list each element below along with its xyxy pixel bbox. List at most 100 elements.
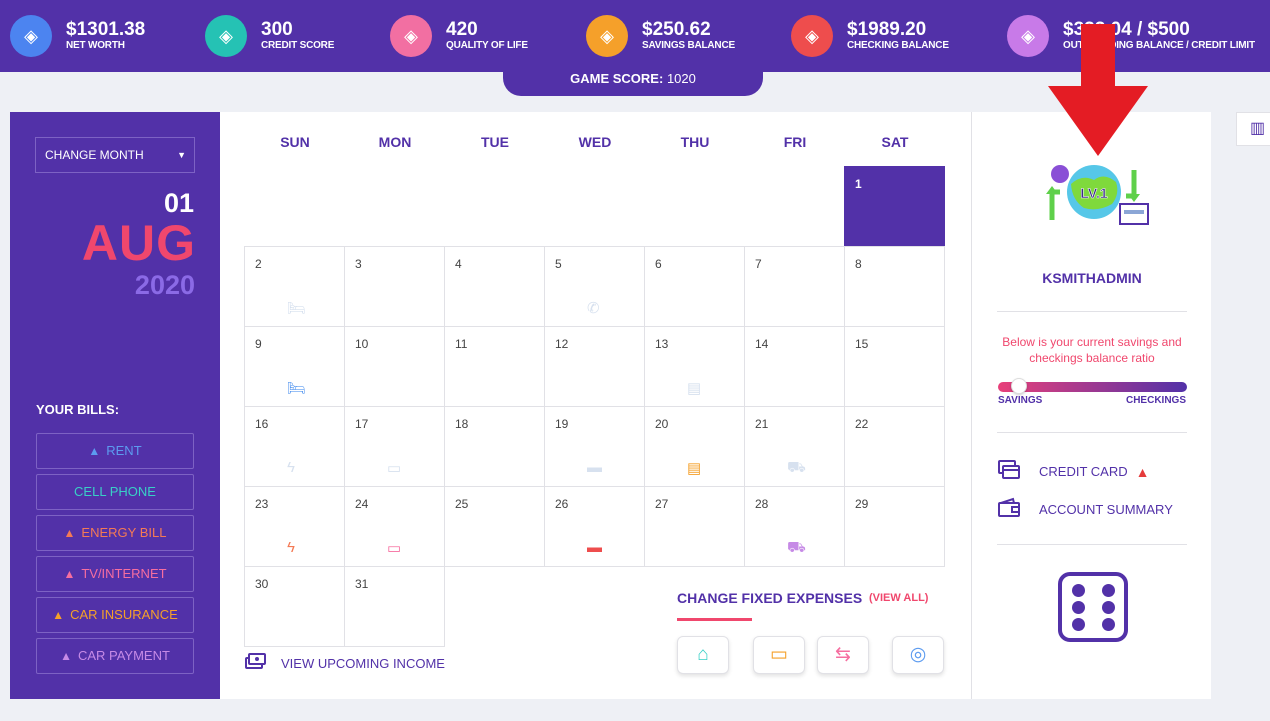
weekday-header: WED: [578, 134, 612, 150]
calendar-day-cell[interactable]: 12: [544, 326, 645, 407]
stat-checking-balance: ◈ $1989.20 CHECKING BALANCE: [791, 0, 949, 72]
tv-icon: ▭: [770, 644, 788, 665]
calendar-day-cell[interactable]: 15: [844, 326, 945, 407]
calendar-day-cell[interactable]: 22: [844, 406, 945, 487]
cash-icon: ◈: [791, 15, 833, 57]
day-number: 23: [255, 497, 269, 511]
credit-wallet-icon: ◈: [1007, 15, 1049, 57]
bill-energy-bill[interactable]: ▲ ENERGY BILL: [36, 515, 194, 551]
day-number: 13: [655, 337, 669, 351]
credit-card-link[interactable]: CREDIT CARD ▲: [998, 459, 1149, 484]
stat-label: CHECKING BALANCE: [847, 40, 949, 51]
calendar-day-cell[interactable]: 29: [844, 486, 945, 567]
divider: [997, 432, 1187, 433]
chart-toggle-tab[interactable]: ▥: [1236, 112, 1270, 146]
stat-label: CREDIT SCORE: [261, 40, 335, 51]
day-number: 2: [255, 257, 262, 271]
day-number: 18: [455, 417, 469, 431]
bill-car-insurance[interactable]: ▲ CAR INSURANCE: [36, 597, 194, 633]
day-number: 8: [855, 257, 862, 271]
bill-rent[interactable]: ▲ RENT: [36, 433, 194, 469]
stat-label: SAVINGS BALANCE: [642, 40, 735, 51]
dice-icon[interactable]: [1058, 572, 1128, 642]
car-icon: ⛟: [787, 539, 806, 556]
day-number: 26: [555, 497, 569, 511]
calendar-day-cell[interactable]: 6: [644, 246, 745, 327]
warning-icon: ▲: [60, 649, 72, 663]
day-number: 25: [455, 497, 469, 511]
calendar-day-cell[interactable]: 19 ▬: [544, 406, 645, 487]
calendar-day-cell[interactable]: 3: [344, 246, 445, 327]
day-number: 19: [555, 417, 569, 431]
calendar-day-cell[interactable]: 8: [844, 246, 945, 327]
calendar-day-cell[interactable]: 4: [444, 246, 545, 327]
current-year: 2020: [134, 270, 195, 300]
credit-card-label: CREDIT CARD: [1039, 464, 1128, 479]
card-stack-icon: [998, 459, 1022, 484]
weekday-header: TUE: [481, 134, 509, 150]
calendar-day-cell[interactable]: 31: [344, 566, 445, 647]
caret-down-icon: ▼: [177, 150, 186, 160]
calendar-day-cell[interactable]: 27: [644, 486, 745, 567]
calendar-day-cell[interactable]: 14: [744, 326, 845, 407]
day-number: 29: [855, 497, 869, 511]
account-summary-link[interactable]: ACCOUNT SUMMARY: [998, 497, 1173, 522]
level-text: LV.1: [1080, 185, 1107, 201]
phone-transfer-icon: ⇆: [835, 644, 851, 665]
calendar-day-cell[interactable]: 13 ▤: [644, 326, 745, 407]
calendar-day-cell[interactable]: 24 ▭: [344, 486, 445, 567]
calendar-day-cell[interactable]: 30: [244, 566, 345, 647]
money-stack-icon: [245, 652, 267, 675]
change-fixed-expenses-title: CHANGE FIXED EXPENSES: [677, 590, 863, 606]
game-score-label: GAME SCORE:: [570, 71, 664, 86]
calendar-day-cell[interactable]: 18: [444, 406, 545, 487]
fixed-expense-button[interactable]: ⇆: [817, 636, 869, 674]
coins-icon: ◈: [586, 15, 628, 57]
day-number: 17: [355, 417, 369, 431]
username: KSMITHADMIN: [1042, 270, 1142, 286]
fixed-expense-button[interactable]: ⌂: [677, 636, 729, 674]
calendar-day-cell[interactable]: 25: [444, 486, 545, 567]
calendar-day-cell[interactable]: 20 ▤: [644, 406, 745, 487]
star-icon: ◈: [390, 15, 432, 57]
ratio-knob[interactable]: [1010, 378, 1027, 394]
calendar-day-cell[interactable]: 7: [744, 246, 845, 327]
warning-icon: ▲: [88, 444, 101, 458]
day-number: 3: [355, 257, 362, 271]
day-number: 27: [655, 497, 669, 511]
calendar-day-cell[interactable]: 26 ▬: [544, 486, 645, 567]
bill-tv-internet[interactable]: ▲ TV/INTERNET: [36, 556, 194, 592]
calendar-day-cell[interactable]: 9 🛏: [244, 326, 345, 407]
bill-car-payment[interactable]: ▲ CAR PAYMENT: [36, 638, 194, 674]
bill-label: ENERGY BILL: [81, 525, 167, 540]
calendar-day-cell[interactable]: 10: [344, 326, 445, 407]
current-month: AUG: [81, 215, 196, 271]
stat-value: $250.62: [642, 19, 711, 40]
calendar-day-cell[interactable]: 11: [444, 326, 545, 407]
calendar-day-cell[interactable]: 2 🛏: [244, 246, 345, 327]
fixed-expense-button[interactable]: ▭: [753, 636, 805, 674]
calendar-day-cell[interactable]: 1: [844, 166, 945, 247]
bill-cell-phone[interactable]: CELL PHONE: [36, 474, 194, 510]
calendar-day-cell[interactable]: 17 ▭: [344, 406, 445, 487]
change-month-select[interactable]: CHANGE MONTH ▼: [35, 137, 195, 173]
calendar-day-cell[interactable]: 16 ϟ: [244, 406, 345, 487]
credit-card-icon: ▬: [587, 459, 602, 476]
bill-label: CELL PHONE: [74, 484, 156, 499]
view-all-link[interactable]: (VIEW ALL): [869, 592, 928, 604]
calendar-day-cell[interactable]: 5 ✆: [544, 246, 645, 327]
gauge-icon: ◈: [205, 15, 247, 57]
stat-label: NET WORTH: [66, 40, 125, 51]
calendar-day-cell[interactable]: 21 ⛟: [744, 406, 845, 487]
calendar-day-cell[interactable]: 28 ⛟: [744, 486, 845, 567]
day-number: 10: [355, 337, 369, 351]
calendar-day-cell[interactable]: 23 ϟ: [244, 486, 345, 567]
view-upcoming-income-link[interactable]: VIEW UPCOMING INCOME: [245, 652, 445, 675]
weekday-header: SAT: [881, 134, 909, 150]
day-number: 31: [355, 577, 369, 591]
game-score-tab: GAME SCORE: 1020: [503, 62, 763, 96]
change-month-label: CHANGE MONTH: [45, 148, 144, 162]
day-number: 28: [755, 497, 769, 511]
stat-value: $1989.20: [847, 19, 927, 40]
fixed-expense-button[interactable]: ◎: [892, 636, 944, 674]
